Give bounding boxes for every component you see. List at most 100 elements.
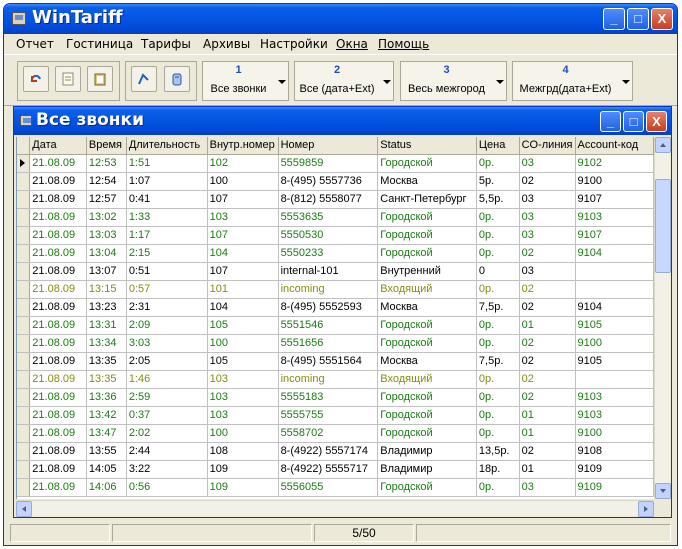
child-maximize-button[interactable]: □ — [623, 111, 644, 132]
table-cell[interactable]: 102 — [207, 154, 279, 173]
table-cell[interactable]: 02 — [519, 280, 576, 299]
table-cell[interactable]: internal-101 — [278, 262, 379, 281]
table-cell[interactable]: Москва — [377, 298, 477, 317]
table-cell[interactable] — [575, 280, 654, 299]
table-cell[interactable]: 13:31 — [86, 316, 127, 335]
table-row[interactable]: 21.08.09 12:57 0:41 107 8-(812) 5558077 Санкт… — [17, 190, 654, 209]
table-cell[interactable]: Внутренний — [377, 262, 477, 281]
column-header[interactable]: Внутр.номер — [207, 137, 279, 155]
child-close-button[interactable]: X — [646, 111, 667, 132]
table-row[interactable]: 21.08.09 13:55 2:44 108 8-(4922) 5557174 Влад… — [17, 442, 654, 461]
table-cell[interactable]: Владимир — [377, 460, 477, 479]
table-cell[interactable]: 1:07 — [126, 172, 208, 191]
table-cell[interactable]: 01 — [519, 424, 576, 443]
table-cell[interactable]: 0:57 — [126, 280, 208, 299]
report-button-1[interactable]: 1 Все звонки — [202, 61, 289, 101]
table-cell[interactable]: 03 — [519, 262, 576, 281]
table-cell[interactable]: 3:03 — [126, 334, 208, 353]
table-cell[interactable]: 02 — [519, 352, 576, 371]
app-icon[interactable] — [12, 12, 26, 25]
table-cell[interactable]: Владимир — [377, 442, 477, 461]
report-button-4[interactable]: 4 Межгрд(дата+Ext) — [512, 61, 633, 101]
table-cell[interactable]: Городской — [377, 424, 477, 443]
child-window-icon[interactable] — [20, 115, 32, 126]
table-cell[interactable]: Входящий — [377, 370, 477, 389]
table-cell[interactable]: 103 — [207, 208, 279, 227]
table-cell[interactable]: 13:07 — [86, 262, 127, 281]
scroll-right-icon[interactable] — [638, 501, 654, 517]
table-cell[interactable]: 21.08.09 — [29, 352, 87, 371]
row-indicator[interactable] — [17, 352, 31, 371]
table-cell[interactable]: 0р. — [476, 154, 520, 173]
scroll-down-icon[interactable] — [655, 483, 671, 499]
maximize-button[interactable]: □ — [627, 8, 649, 30]
scroll-thumb[interactable] — [655, 179, 671, 273]
column-header[interactable]: Дата — [29, 137, 87, 155]
table-cell[interactable]: 8-(495) 5552593 — [278, 298, 379, 317]
child-title-bar[interactable]: Все звонки _ □ X — [14, 107, 671, 135]
table-cell[interactable]: 13:42 — [86, 406, 127, 425]
table-cell[interactable]: 13:04 — [86, 244, 127, 263]
table-cell[interactable]: 02 — [519, 370, 576, 389]
table-cell[interactable]: 8-(4922) 5555717 — [278, 460, 379, 479]
table-cell[interactable]: 5550530 — [278, 226, 379, 245]
table-cell[interactable]: 8-(4922) 5557174 — [278, 442, 379, 461]
row-indicator[interactable] — [17, 370, 31, 389]
phone-button[interactable] — [164, 66, 190, 92]
dropdown-arrow-icon[interactable] — [383, 80, 391, 84]
table-cell[interactable]: 5556055 — [278, 478, 379, 497]
table-cell[interactable]: 18р. — [476, 460, 520, 479]
table-cell[interactable]: 5559859 — [278, 154, 379, 173]
table-cell[interactable]: 7,5р. — [476, 298, 520, 317]
table-cell[interactable]: 9103 — [575, 208, 654, 227]
dropdown-arrow-icon[interactable] — [622, 80, 630, 84]
table-cell[interactable]: 109 — [207, 460, 279, 479]
table-cell[interactable]: 103 — [207, 388, 279, 407]
table-row[interactable]: 21.08.09 13:04 2:15 104 5550233 Городской 0р. 0… — [17, 244, 654, 263]
table-cell[interactable]: 02 — [519, 442, 576, 461]
table-cell[interactable]: 9107 — [575, 226, 654, 245]
scroll-up-icon[interactable] — [655, 137, 671, 153]
table-row[interactable]: 21.08.09 13:35 2:05 105 8-(495) 5551564 Москв… — [17, 352, 654, 371]
row-indicator[interactable] — [17, 208, 31, 227]
table-cell[interactable]: 0р. — [476, 316, 520, 335]
table-cell[interactable]: 9103 — [575, 406, 654, 425]
row-indicator[interactable] — [17, 298, 31, 317]
table-cell[interactable]: Москва — [377, 172, 477, 191]
table-row[interactable]: 21.08.09 13:15 0:57 101 incoming Входящий 0р. 0… — [17, 280, 654, 299]
row-indicator[interactable] — [17, 442, 31, 461]
table-cell[interactable]: 0р. — [476, 424, 520, 443]
column-header[interactable]: CO-линия — [519, 137, 576, 155]
table-cell[interactable]: 9100 — [575, 172, 654, 191]
table-cell[interactable]: 2:09 — [126, 316, 208, 335]
table-row[interactable]: 21.08.09 14:05 3:22 109 8-(4922) 5555717 Влад… — [17, 460, 654, 479]
table-cell[interactable]: Москва — [377, 352, 477, 371]
table-cell[interactable]: 3:22 — [126, 460, 208, 479]
table-cell[interactable]: 0:37 — [126, 406, 208, 425]
table-cell[interactable]: 13:35 — [86, 352, 127, 371]
table-cell[interactable]: 03 — [519, 478, 576, 497]
table-cell[interactable]: 5551656 — [278, 334, 379, 353]
table-cell[interactable]: 13:36 — [86, 388, 127, 407]
table-cell[interactable]: 0р. — [476, 244, 520, 263]
table-cell[interactable]: 0р. — [476, 370, 520, 389]
table-cell[interactable]: Городской — [377, 154, 477, 173]
table-row[interactable]: 21.08.09 13:47 2:02 100 5558702 Городской 0р. 0… — [17, 424, 654, 443]
table-cell[interactable]: 21.08.09 — [29, 280, 87, 299]
table-cell[interactable]: 13:35 — [86, 370, 127, 389]
table-cell[interactable]: 9104 — [575, 298, 654, 317]
table-row[interactable]: 21.08.09 13:02 1:33 103 5553635 Городской 0р. 0… — [17, 208, 654, 227]
row-indicator[interactable] — [17, 424, 31, 443]
column-header[interactable]: Время — [86, 137, 127, 155]
row-indicator[interactable] — [17, 190, 31, 209]
table-row[interactable]: 21.08.09 13:31 2:09 105 5551546 Городской 0р. 0… — [17, 316, 654, 335]
table-cell[interactable]: 13:55 — [86, 442, 127, 461]
table-cell[interactable]: incoming — [278, 370, 379, 389]
table-cell[interactable]: 12:53 — [86, 154, 127, 173]
table-cell[interactable]: 108 — [207, 442, 279, 461]
table-cell[interactable]: 21.08.09 — [29, 388, 87, 407]
table-cell[interactable]: 2:02 — [126, 424, 208, 443]
table-cell[interactable]: 21.08.09 — [29, 172, 87, 191]
table-cell[interactable]: 5558702 — [278, 424, 379, 443]
table-cell[interactable]: 100 — [207, 424, 279, 443]
